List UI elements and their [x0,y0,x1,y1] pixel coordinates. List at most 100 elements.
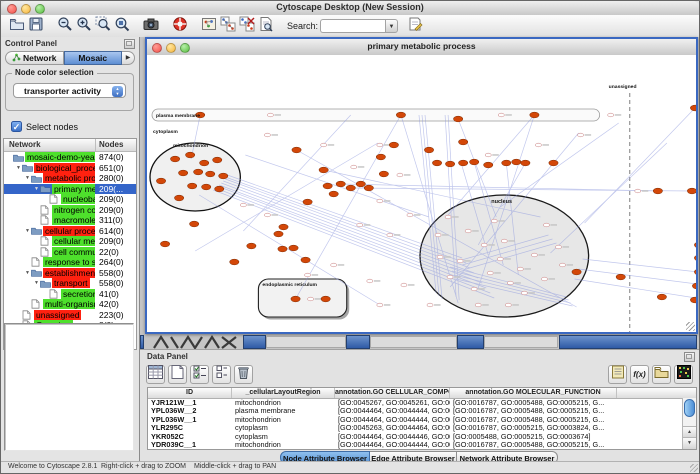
select-attributes-button[interactable] [146,365,165,384]
tree-expand-arrow-icon[interactable]: ▼ [24,175,31,181]
network-node-small[interactable] [481,243,487,247]
network-node-small[interactable] [321,143,327,147]
network-node-small[interactable] [437,255,443,259]
help-lifering-button[interactable] [170,17,189,36]
tree-expand-arrow-icon[interactable]: ▼ [24,228,31,234]
network-node-small[interactable] [427,303,433,307]
tree-row[interactable]: secretion41(0) [4,289,136,300]
network-node-small[interactable] [471,287,477,291]
network-node[interactable] [194,169,203,175]
tree-row[interactable]: ▼establishment of lo558(0) [4,268,136,279]
network-node[interactable] [502,160,511,166]
network-canvas[interactable]: plasma membranecytoplasmmitochondrionnuc… [147,55,696,332]
network-node-small[interactable] [264,213,270,217]
table-row[interactable]: YPL036W__2plasma membrane[GO:0044464, GO… [148,407,696,416]
network-node-small[interactable] [541,277,547,281]
delete-attribute-button[interactable] [234,365,253,384]
minimized-window-thumbnail[interactable] [370,336,457,348]
network-node-small[interactable] [357,223,363,227]
network-node[interactable] [156,178,165,184]
network-node-small[interactable] [377,199,383,203]
tree-row[interactable]: nitrogen compo209(0) [4,205,136,216]
network-node[interactable] [175,195,184,201]
network-node-small[interactable] [560,263,566,267]
edit-notes-button[interactable] [608,365,627,384]
network-window-titlebar[interactable]: primary metabolic process [147,39,696,56]
network-node-small[interactable] [535,143,541,147]
network-node-small[interactable] [457,259,463,263]
network-node[interactable] [512,159,521,165]
network-node[interactable] [188,183,197,189]
network-node-small[interactable] [487,271,493,275]
network-node[interactable] [424,147,433,153]
network-node-small[interactable] [351,165,357,169]
network-node-small[interactable] [578,133,584,137]
network-node-small[interactable] [635,189,641,193]
network-node-small[interactable] [555,245,561,249]
network-node-small[interactable] [387,233,393,237]
network-node[interactable] [653,188,662,194]
tree-expand-arrow-icon[interactable]: ▼ [15,165,22,171]
tree-row[interactable]: ▼transport558(0) [4,278,136,289]
table-row[interactable]: YPL036W__1mitochondrion[GO:0044464, GO:0… [148,416,696,425]
network-node-small[interactable] [491,219,497,223]
network-node-small[interactable] [377,143,383,147]
network-node[interactable] [432,160,441,166]
tree-expand-arrow-icon[interactable]: ▼ [24,270,31,276]
network-node[interactable] [690,297,696,303]
network-node[interactable] [445,161,454,167]
network-node[interactable] [274,231,283,237]
network-node[interactable] [230,259,239,265]
network-node[interactable] [170,156,179,162]
search-input[interactable] [320,19,385,33]
birdseye-view-button[interactable] [199,17,218,36]
network-node[interactable] [376,154,385,160]
network-node[interactable] [521,160,530,166]
network-node[interactable] [484,162,493,168]
network-minimize-button[interactable] [166,43,176,53]
table-row[interactable]: YJR121W__1mitochondrion[GO:0045267, GO:0… [148,399,696,408]
close-button[interactable] [7,4,17,14]
function-builder-button[interactable]: f(x) [630,365,649,384]
network-node[interactable] [616,274,625,280]
network-node[interactable] [687,188,696,194]
network-node[interactable] [323,183,332,189]
network-node[interactable] [459,139,468,145]
minimized-window-bar[interactable] [559,335,697,349]
tree-row[interactable]: ▼cellular process614(0) [4,226,136,237]
network-node-small[interactable] [397,173,403,177]
network-node-small[interactable] [608,113,614,117]
float-panel-icon[interactable] [124,39,135,49]
minimized-window-button[interactable] [457,335,484,349]
network-node-small[interactable] [507,281,513,285]
minimize-button[interactable] [21,4,31,14]
network-node-small[interactable] [498,113,504,117]
network-node[interactable] [364,185,373,191]
network-node-small[interactable] [517,267,523,271]
network-node[interactable] [694,255,696,261]
tab-network[interactable]: Network [5,51,64,65]
network-node[interactable] [179,170,188,176]
network-node[interactable] [319,167,328,173]
network-node-small[interactable] [435,233,441,237]
tree-header-nodes[interactable]: Nodes [96,139,136,151]
network-node[interactable] [459,160,468,166]
network-node-small[interactable] [331,263,337,267]
open-file-button[interactable] [7,17,26,36]
minimized-window-thumbnail[interactable] [484,336,558,348]
network-node[interactable] [215,186,224,192]
network-node[interactable] [329,191,338,197]
network-node[interactable] [247,243,256,249]
tree-row[interactable]: multi-organism pro42(0) [4,299,136,310]
network-node-small[interactable] [447,275,453,279]
app-resize-grip[interactable] [690,464,698,472]
network-node[interactable] [694,269,696,275]
document-zoom-button[interactable] [256,17,275,36]
tab-mosaic[interactable]: Mosaic [64,51,123,65]
float-data-panel-icon[interactable] [684,352,695,362]
column-header[interactable]: _cellularLayoutRegion [232,388,335,398]
network-node[interactable] [206,171,215,177]
attribute-matrix-button[interactable] [674,365,693,384]
minimized-window-button[interactable] [243,335,266,349]
tree-row[interactable]: ▼primary metabo209(... [4,184,136,195]
